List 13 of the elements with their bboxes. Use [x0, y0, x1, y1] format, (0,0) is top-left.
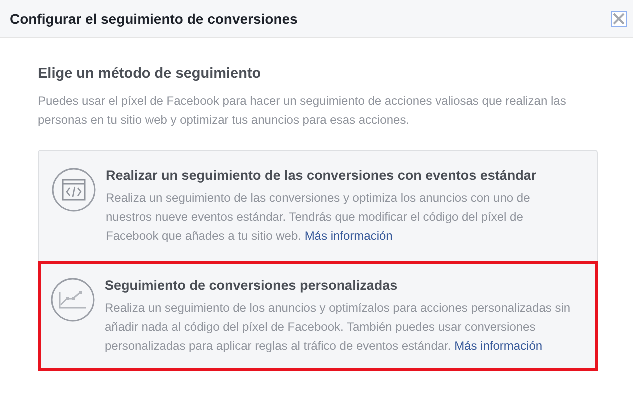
option-title: Realizar un seguimiento de las conversiones con eventos estándar: [106, 168, 538, 183]
line-chart-icon: [51, 278, 95, 322]
code-window-icon: [52, 168, 96, 212]
section-description: Puedes usar el píxel de Facebook para hacer un seguimiento de acciones valiosas que realizan las personas en tu sitio web y optimizar tus anuncios para esas acciones.: [38, 93, 568, 129]
close-button[interactable]: [611, 10, 627, 26]
option-description: Realiza un seguimiento de las conversiones y optimiza los anuncios con uno de nuestros nueve eventos estándar. Tendrás que modificar el código del píxel de Facebook que añades a tu sitio web. Más información: [106, 190, 532, 245]
tracking-option[interactable]: [38, 261, 598, 371]
option-title: Seguimiento de conversiones personalizadas: [105, 278, 399, 293]
more-info-link[interactable]: Más información: [454, 339, 543, 353]
option-description: Realiza un seguimiento de los anuncios y optimízalos para acciones personalizadas sin añadir nada al código del píxel de Facebook. También puedes usar conversiones personalizadas para aplicar reglas al tráfico de eventos estándar. Más información: [105, 300, 572, 355]
dialog-title: Configurar el seguimiento de conversiones: [10, 10, 298, 26]
section-heading: Elige un método de seguimiento: [38, 66, 262, 82]
more-info-link[interactable]: Más información: [304, 229, 393, 243]
